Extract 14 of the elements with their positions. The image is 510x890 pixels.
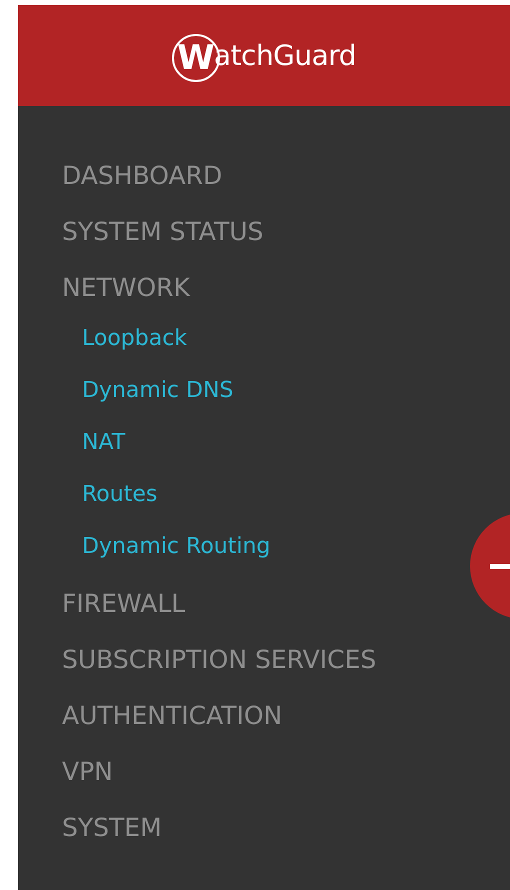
submenu-item[interactable]: Dynamic Routing xyxy=(82,532,270,584)
menu-item[interactable]: FIREWALL xyxy=(62,586,186,642)
submenu-item[interactable]: NAT xyxy=(82,428,126,480)
menu-item[interactable]: SYSTEM xyxy=(62,810,162,866)
menu-item[interactable]: NETWORK xyxy=(62,270,190,326)
menu-item[interactable]: SUBSCRIPTION SERVICES xyxy=(62,642,376,698)
submenu-item[interactable]: Loopback xyxy=(82,324,188,376)
menu-item[interactable]: SYSTEM STATUS xyxy=(62,214,264,270)
minus-icon xyxy=(490,564,510,568)
menu-item[interactable]: DASHBOARD xyxy=(62,158,222,214)
menu-item[interactable]: AUTHENTICATION xyxy=(62,698,282,754)
submenu-item[interactable]: Dynamic DNS xyxy=(82,376,234,428)
submenu-item[interactable]: Routes xyxy=(82,480,158,532)
menu-item[interactable]: VPN xyxy=(62,754,113,810)
